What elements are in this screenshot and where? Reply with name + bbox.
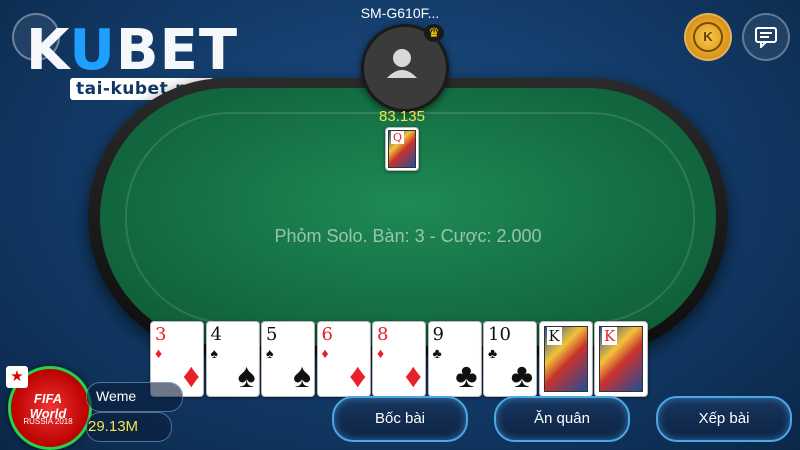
- face-card-art: Q: [388, 130, 416, 168]
- card-suit-icon: ♣: [510, 357, 533, 395]
- face-card-art: K: [599, 326, 643, 392]
- player-name: Weme: [96, 388, 137, 404]
- card-rank: 9: [432, 324, 444, 345]
- chat-button[interactable]: [742, 13, 790, 61]
- star-badge-icon: ★: [6, 366, 28, 388]
- hand-card[interactable]: K: [538, 321, 593, 397]
- card-suit-small-icon: ♣: [488, 345, 498, 361]
- card-suit-icon: ♣: [455, 357, 478, 395]
- coin-button[interactable]: K: [684, 13, 732, 61]
- hand-card[interactable]: 6 ♦ ♦: [316, 321, 371, 397]
- coin-icon: K: [693, 22, 723, 52]
- draw-card-button[interactable]: Bốc bài: [332, 396, 468, 442]
- kubet-logo: KUBET: [26, 18, 239, 83]
- card-rank: 10: [488, 324, 511, 345]
- chat-icon: [755, 27, 777, 50]
- card-rank: K: [602, 327, 618, 345]
- card-rank: 4: [210, 324, 222, 345]
- face-card-art: K: [543, 326, 588, 392]
- card-suit-icon: ♠: [237, 357, 256, 395]
- arrange-cards-button[interactable]: Xếp bài: [656, 396, 792, 442]
- card-suit-small-icon: ♦: [155, 345, 163, 361]
- card-suit-small-icon: ♠: [210, 345, 218, 361]
- card-suit-small-icon: ♦: [321, 345, 329, 361]
- hand-card[interactable]: 5 ♠ ♠: [261, 321, 315, 397]
- hand-card[interactable]: K: [594, 321, 648, 397]
- card-suit-icon: ♦: [349, 357, 367, 395]
- card-suit-icon: ♠: [292, 357, 311, 395]
- card-suit-small-icon: ♦: [377, 345, 385, 361]
- player-money: 29.13M: [88, 418, 139, 435]
- crown-icon: ♛: [424, 24, 444, 42]
- card-suit-small-icon: ♠: [266, 345, 274, 361]
- hand-card[interactable]: 4 ♠ ♠: [205, 321, 260, 397]
- card-rank: Q: [391, 131, 405, 144]
- opponent-money: 83.135: [379, 108, 425, 125]
- opponent-name: SM-G610F...: [360, 5, 440, 21]
- card-rank: 5: [266, 324, 278, 345]
- card-rank: K: [546, 327, 562, 345]
- card-suit-small-icon: ♣: [432, 345, 442, 361]
- card-suit-icon: ♦: [182, 357, 200, 395]
- table-info: Phỏm Solo. Bàn: 3 - Cược: 2.000: [274, 226, 542, 246]
- hand-card[interactable]: 10 ♣ ♣: [483, 321, 537, 397]
- hand-card[interactable]: 9 ♣ ♣: [427, 321, 482, 397]
- hand-card[interactable]: 8 ♦ ♦: [372, 321, 426, 397]
- avatar-subtitle: RUSSIA 2018: [23, 417, 73, 426]
- card-rank: 3: [155, 324, 167, 345]
- card-rank: 6: [321, 324, 333, 345]
- opponent-card: Q: [385, 127, 419, 171]
- card-suit-icon: ♦: [404, 357, 422, 395]
- take-card-button[interactable]: Ăn quân: [494, 396, 630, 442]
- card-rank: 8: [377, 324, 389, 345]
